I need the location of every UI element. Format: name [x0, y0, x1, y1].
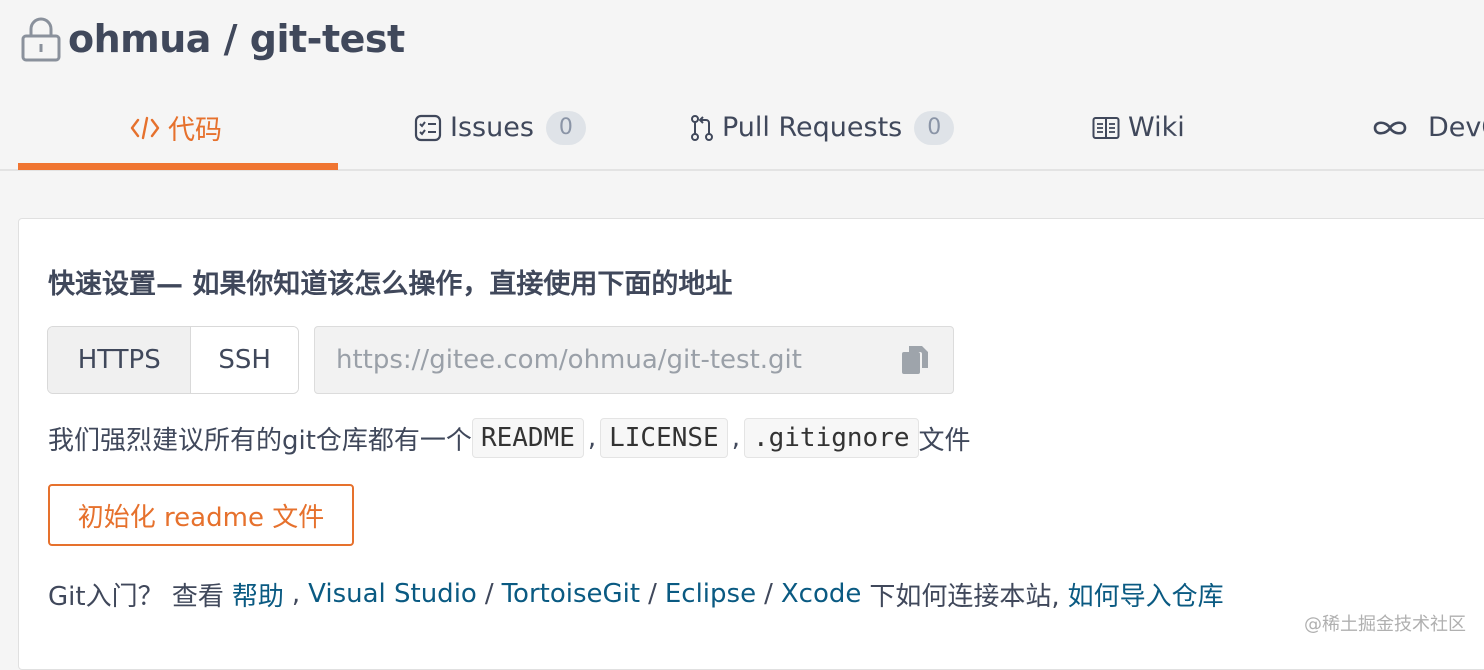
separator: , — [731, 423, 740, 453]
tab-issues-label: Issues — [450, 112, 534, 143]
tab-devops[interactable]: DevO — [1372, 86, 1484, 169]
separator: , — [587, 423, 597, 453]
help-comma: , — [291, 579, 301, 609]
visual-studio-link[interactable]: Visual Studio — [308, 579, 477, 609]
license-code: LICENSE — [600, 418, 728, 458]
init-readme-button[interactable]: 初始化 readme 文件 — [48, 484, 354, 546]
help-prefix: Git入门？ 查看 — [48, 581, 224, 612]
slash-separator: / — [484, 579, 494, 609]
protocol-switcher: HTTPS SSH — [47, 326, 299, 394]
tab-wiki-label: Wiki — [1128, 112, 1185, 143]
pull-requests-count-badge: 0 — [914, 110, 955, 145]
recommend-text: 我们强烈建议所有的git仓库都有一个 README , LICENSE , .g… — [48, 414, 971, 462]
tortoisegit-link[interactable]: TortoiseGit — [502, 579, 641, 609]
active-tab-indicator — [18, 163, 338, 170]
tab-pull-requests[interactable]: Pull Requests 0 — [690, 86, 955, 169]
repo-title[interactable]: ohmua / git-test — [68, 17, 405, 61]
watermark: @稀土掘金技术社区 — [1304, 614, 1466, 635]
quick-setup-title: 快速设置— 如果你知道该怎么操作，直接使用下面的地址 — [48, 269, 733, 300]
tab-pull-requests-label: Pull Requests — [722, 112, 903, 143]
recommend-suffix: 文件 — [918, 425, 971, 456]
tab-issues[interactable]: Issues 0 — [414, 86, 586, 169]
import-repo-link[interactable]: 如何导入仓库 — [1068, 576, 1224, 613]
repo-header: ohmua / git-test — [20, 14, 405, 64]
code-icon — [130, 115, 160, 141]
repo-tabs: 代码 Issues 0 Pull Requests 0 Wiki DevO — [0, 86, 1484, 171]
issues-icon — [414, 114, 442, 142]
recommend-prefix: 我们强烈建议所有的git仓库都有一个 — [48, 425, 472, 456]
wiki-book-icon — [1092, 116, 1120, 140]
slash-separator: / — [764, 579, 773, 609]
tab-code-label: 代码 — [168, 115, 222, 146]
tab-code[interactable]: 代码 — [130, 86, 222, 169]
issues-count-badge: 0 — [545, 110, 586, 145]
slash-separator: / — [648, 579, 657, 609]
xcode-link[interactable]: Xcode — [781, 579, 862, 609]
tab-wiki[interactable]: Wiki — [1092, 86, 1185, 169]
pull-request-icon — [690, 114, 714, 142]
gitignore-code: .gitignore — [743, 418, 919, 458]
eclipse-link[interactable]: Eclipse — [665, 579, 756, 609]
readme-code: README — [471, 418, 584, 458]
https-button[interactable]: HTTPS — [48, 327, 192, 393]
help-text: Git入门？ 查看 帮助 , Visual Studio / TortoiseG… — [48, 572, 1224, 616]
help-middle: 下如何连接本站, — [869, 581, 1060, 612]
clone-url-text: https://gitee.com/ohmua/git-test.git — [336, 345, 802, 375]
clone-url-field[interactable]: https://gitee.com/ohmua/git-test.git — [314, 326, 954, 394]
help-link[interactable]: 帮助 — [232, 576, 284, 613]
infinity-icon — [1372, 118, 1408, 138]
tab-devops-label: DevO — [1428, 112, 1484, 143]
ssh-button[interactable]: SSH — [191, 327, 298, 393]
copy-icon[interactable] — [901, 345, 929, 375]
lock-icon — [21, 17, 61, 62]
